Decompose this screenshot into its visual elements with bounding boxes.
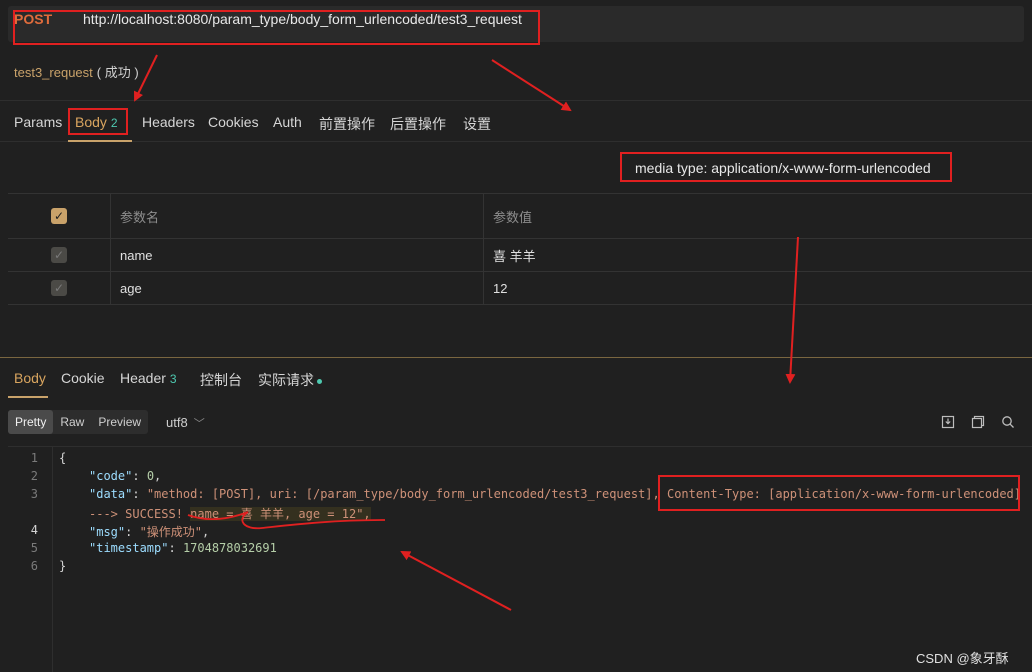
- select-all-cell: ✓: [8, 194, 111, 238]
- format-toggle: Pretty Raw Preview: [8, 410, 149, 434]
- download-icon[interactable]: [940, 414, 956, 430]
- tab-auth[interactable]: Auth: [273, 114, 302, 130]
- code-string-content-type: Content-Type: [application/x-www-form-ur…: [666, 487, 1021, 501]
- tab-params[interactable]: Params: [14, 114, 62, 130]
- tab-body[interactable]: Body 2: [75, 114, 118, 130]
- code-colon: :: [168, 541, 183, 555]
- search-icon[interactable]: [1000, 414, 1016, 430]
- copy-icon[interactable]: [970, 414, 986, 430]
- watermark: CSDN @象牙酥: [916, 651, 1009, 666]
- line-number: 1: [30, 451, 38, 465]
- response-tab-actual-request[interactable]: 实际请求: [258, 370, 322, 390]
- line-number: 4: [30, 523, 38, 537]
- http-method-select[interactable]: POST: [14, 11, 52, 27]
- media-type-select[interactable]: media type: application/x-www-form-urlen…: [635, 160, 931, 176]
- code-line: ---> SUCCESS! name = 喜 羊羊, age = 12",: [89, 505, 371, 522]
- table-header-row: ✓ 参数名 参数值: [8, 194, 1032, 239]
- code-number: 0: [146, 469, 155, 483]
- tab-post-actions[interactable]: 后置操作: [390, 114, 446, 134]
- tab-headers[interactable]: Headers: [142, 114, 195, 130]
- url-input[interactable]: http://localhost:8080/param_type/body_fo…: [83, 11, 522, 27]
- status-dot: [317, 378, 322, 384]
- code-line: "code": 0,: [89, 469, 161, 483]
- active-response-tab-indicator: [8, 396, 48, 398]
- tab-body-badge: 2: [110, 116, 118, 130]
- active-tab-indicator: [68, 140, 132, 142]
- code-string: "method: [POST], uri: [/param_type/body_…: [146, 487, 667, 501]
- table-row: ✓ age 12: [8, 272, 1032, 305]
- response-tab-console[interactable]: 控制台: [200, 370, 242, 390]
- code-colon: :: [132, 469, 147, 483]
- code-line: {: [59, 451, 66, 465]
- column-header-value: 参数值: [493, 209, 533, 225]
- code-key: "data": [89, 487, 133, 501]
- tab-cookies[interactable]: Cookies: [208, 114, 259, 130]
- row-checkbox[interactable]: ✓: [51, 280, 67, 296]
- table-row: ✓ name 喜 羊羊: [8, 239, 1032, 272]
- response-tabs: Body Cookie Header 3 控制台 实际请求: [0, 358, 1032, 398]
- format-preview-button[interactable]: Preview: [91, 410, 148, 434]
- line-number: 6: [30, 559, 38, 573]
- response-tab-header-badge: 3: [169, 372, 177, 386]
- tab-body-label: Body: [75, 114, 107, 130]
- format-pretty-button[interactable]: Pretty: [8, 410, 54, 434]
- response-code-viewer[interactable]: 1 2 3 4 5 6 { "code": 0, "data": "method…: [8, 446, 1032, 672]
- param-value[interactable]: 喜 羊羊: [484, 239, 1032, 271]
- response-tab-header-label: Header: [120, 370, 166, 386]
- request-name: test3_request( 成功 ): [14, 62, 139, 81]
- select-all-checkbox[interactable]: ✓: [51, 208, 67, 224]
- code-key: "msg": [89, 525, 126, 539]
- column-header-name: 参数名: [111, 194, 484, 238]
- gutter-separator: [52, 447, 53, 672]
- request-status: ( 成功 ): [96, 65, 139, 80]
- tab-pre-actions[interactable]: 前置操作: [319, 114, 375, 134]
- code-number: 1704878032691: [182, 541, 277, 555]
- line-number: 3: [30, 487, 38, 501]
- line-number: 5: [30, 541, 38, 555]
- request-name-label: test3_request: [14, 65, 93, 80]
- tab-settings[interactable]: 设置: [463, 114, 491, 134]
- response-tab-header[interactable]: Header 3: [120, 370, 177, 386]
- code-brace-close: }: [59, 559, 67, 573]
- code-brace-open: {: [59, 451, 67, 465]
- code-string-highlight: name = 喜 羊羊, age = 12",: [190, 507, 371, 521]
- param-name[interactable]: name: [111, 239, 484, 271]
- code-key: "code": [89, 469, 133, 483]
- encoding-label: utf8: [166, 415, 188, 430]
- code-comma: ,: [202, 525, 210, 539]
- param-value[interactable]: 12: [484, 272, 1032, 304]
- row-checkbox[interactable]: ✓: [51, 247, 67, 263]
- code-string: ---> SUCCESS!: [89, 507, 191, 521]
- code-colon: :: [125, 525, 140, 539]
- line-number: 2: [30, 469, 38, 483]
- row-check-cell: ✓: [8, 272, 111, 304]
- request-tabs: Params Body 2 Headers Cookies Auth 前置操作 后…: [0, 100, 1032, 142]
- format-raw-button[interactable]: Raw: [53, 410, 91, 434]
- code-line: }: [59, 559, 66, 573]
- code-string: "操作成功": [139, 525, 203, 539]
- encoding-select[interactable]: utf8 ﹀: [166, 415, 205, 431]
- params-table: ✓ 参数名 参数值 ✓ name 喜 羊羊 ✓ age 12: [8, 193, 1032, 305]
- code-line: "data": "method: [POST], uri: [/param_ty…: [89, 487, 1021, 501]
- code-colon: :: [132, 487, 147, 501]
- response-tab-body[interactable]: Body: [14, 370, 46, 386]
- response-tab-actual-request-label: 实际请求: [258, 372, 314, 388]
- code-comma: ,: [154, 469, 162, 483]
- param-name[interactable]: age: [111, 272, 484, 304]
- code-line: "timestamp": 1704878032691: [89, 541, 277, 555]
- chevron-down-icon: ﹀: [193, 418, 205, 430]
- response-tab-cookie[interactable]: Cookie: [61, 370, 105, 386]
- code-line: "msg": "操作成功",: [89, 523, 209, 540]
- code-key: "timestamp": [89, 541, 169, 555]
- row-check-cell: ✓: [8, 239, 111, 271]
